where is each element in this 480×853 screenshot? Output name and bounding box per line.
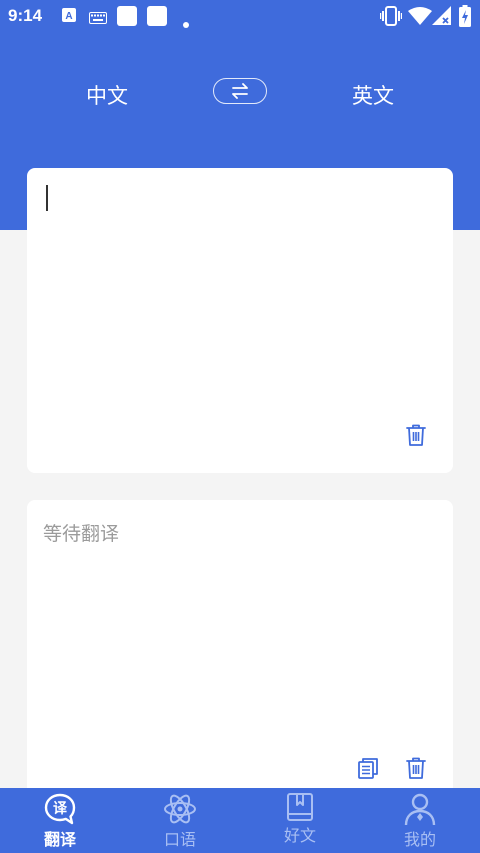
source-text-input[interactable]	[27, 168, 453, 473]
svg-text:A: A	[65, 11, 72, 22]
nav-item-translate[interactable]: 译 翻译	[20, 792, 100, 850]
nav-item-articles[interactable]: 好文	[260, 792, 340, 846]
translation-placeholder: 等待翻译	[43, 523, 120, 545]
signal-icon	[432, 6, 452, 30]
bottom-navigation: 译 翻译 口语 好文 我的	[0, 788, 480, 853]
source-language-button[interactable]: 中文	[86, 80, 128, 110]
notification-square-icon	[117, 6, 137, 30]
atom-icon	[164, 794, 196, 824]
notification-square-icon	[147, 6, 167, 30]
battery-charging-icon	[459, 5, 471, 31]
vibrate-icon	[380, 6, 402, 30]
wifi-icon	[408, 6, 432, 30]
person-icon	[404, 793, 436, 826]
nav-label-profile: 我的	[403, 830, 436, 849]
nav-label-spoken: 口语	[163, 830, 196, 849]
nav-label-translate: 翻译	[43, 830, 76, 849]
nav-label-articles: 好文	[283, 826, 316, 845]
nav-item-profile[interactable]: 我的	[380, 792, 460, 850]
copy-icon[interactable]	[356, 756, 380, 784]
trash-icon[interactable]	[404, 423, 428, 451]
target-language-button[interactable]: 英文	[352, 80, 394, 110]
swap-arrows-icon	[232, 83, 248, 99]
nav-item-spoken[interactable]: 口语	[140, 792, 220, 850]
trash-icon[interactable]	[404, 756, 428, 784]
keyboard-icon	[89, 9, 107, 28]
status-bar: 9:14 A	[0, 0, 480, 32]
a-icon: A	[62, 7, 76, 26]
text-cursor	[46, 185, 48, 211]
status-time: 9:14	[8, 6, 43, 25]
svg-text:译: 译	[53, 801, 68, 817]
translation-output-card: 等待翻译	[27, 500, 453, 800]
translate-icon: 译	[44, 793, 76, 825]
dot-icon	[183, 13, 189, 32]
book-icon	[287, 793, 313, 821]
language-selector-bar: 中文 英文	[0, 74, 480, 114]
swap-language-button[interactable]	[213, 78, 267, 104]
